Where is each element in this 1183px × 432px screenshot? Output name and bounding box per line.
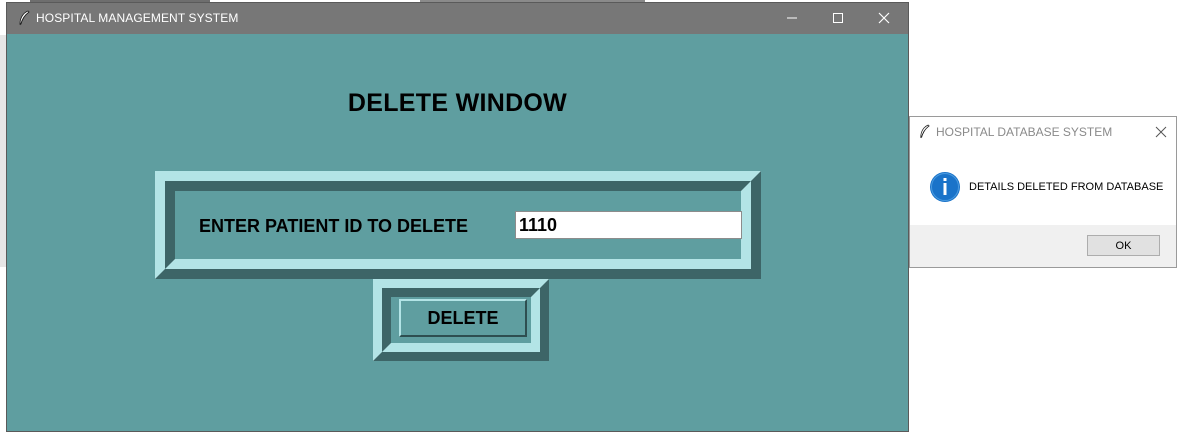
feather-icon [920, 124, 930, 139]
dialog-message: DETAILS DELETED FROM DATABASE [969, 181, 1164, 193]
minimize-button[interactable] [770, 3, 816, 34]
dialog-footer: OK [910, 225, 1176, 267]
minimize-icon [787, 17, 797, 19]
ok-button[interactable]: OK [1087, 235, 1160, 256]
main-titlebar[interactable]: HOSPITAL MANAGEMENT SYSTEM [7, 3, 908, 34]
info-icon [930, 172, 960, 202]
feather-icon [19, 10, 30, 26]
maximize-icon [833, 13, 843, 23]
window-title: HOSPITAL MANAGEMENT SYSTEM [36, 11, 239, 25]
patient-id-label: ENTER PATIENT ID TO DELETE [199, 216, 469, 236]
page-title: DELETE WINDOW [347, 89, 568, 117]
main-window: HOSPITAL MANAGEMENT SYSTEM DELETE WINDOW… [6, 2, 909, 432]
delete-button-frame: DELETE [373, 279, 549, 361]
patient-id-frame: ENTER PATIENT ID TO DELETE [155, 171, 761, 279]
message-dialog: HOSPITAL DATABASE SYSTEM DETAILS DELETED… [909, 116, 1177, 268]
maximize-button[interactable] [816, 3, 862, 34]
delete-button[interactable]: DELETE [399, 299, 527, 337]
close-icon [878, 12, 890, 24]
patient-id-input[interactable] [515, 211, 742, 239]
close-button[interactable] [862, 3, 908, 34]
dialog-titlebar[interactable]: HOSPITAL DATABASE SYSTEM [910, 117, 1176, 146]
dialog-title: HOSPITAL DATABASE SYSTEM [936, 125, 1113, 139]
close-icon[interactable] [1154, 125, 1168, 139]
